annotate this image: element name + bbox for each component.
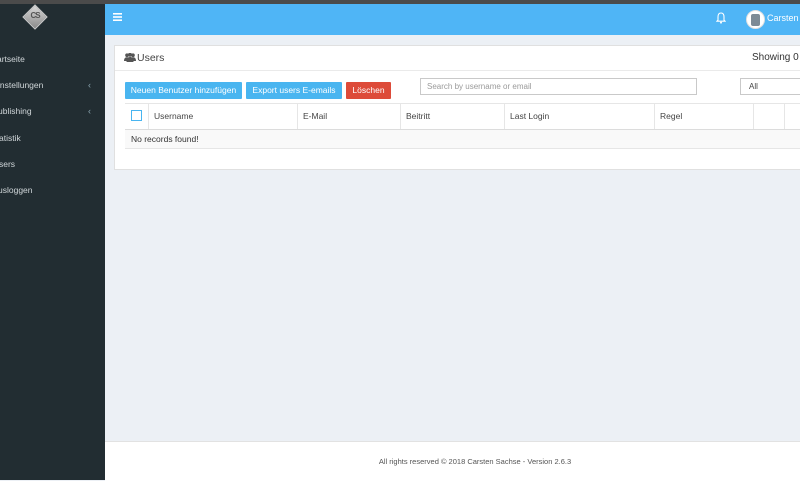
bell-icon[interactable]: [715, 12, 727, 26]
avatar[interactable]: [746, 10, 765, 29]
sidebar-item-label: atistik: [0, 133, 21, 143]
table-row: No records found!: [125, 130, 800, 149]
export-emails-button[interactable]: Export users E-emails: [246, 82, 342, 99]
sidebar-item-label: instellungen: [0, 80, 44, 90]
add-user-button[interactable]: Neuen Benutzer hinzufügen: [125, 82, 242, 99]
sidebar-item-users[interactable]: sers: [0, 151, 105, 177]
sidebar-item-einstellungen[interactable]: instellungen ‹: [0, 72, 105, 98]
sidebar-item-publishing[interactable]: ublishing ‹: [0, 98, 105, 124]
sidebar-item-label: artseite: [0, 54, 25, 64]
select-all-cell: [125, 104, 148, 129]
sidebar-item-label: usloggen: [0, 185, 33, 195]
user-name[interactable]: Carsten S: [767, 13, 800, 23]
footer: All rights reserved © 2018 Carsten Sachs…: [105, 441, 800, 481]
column-header-regel[interactable]: Regel: [654, 104, 753, 129]
logo-text: CS: [30, 11, 40, 20]
showing-count: Showing 0: [752, 52, 799, 63]
select-all-checkbox[interactable]: [131, 110, 142, 121]
column-header-last-login[interactable]: Last Login: [504, 104, 654, 129]
column-header-blank-1: [753, 104, 784, 129]
logo[interactable]: CS: [0, 4, 105, 35]
sidebar-item-label: ublishing: [0, 106, 32, 116]
top-navbar: Carsten S: [105, 4, 800, 35]
chevron-left-icon: ‹: [88, 106, 91, 116]
panel-header: Users Showing 0: [115, 46, 800, 71]
sidebar-item-statistik[interactable]: atistik: [0, 125, 105, 151]
delete-button[interactable]: Löschen: [346, 82, 391, 99]
column-header-email[interactable]: E-Mail: [297, 104, 400, 129]
footer-text: All rights reserved © 2018 Carsten Sachs…: [378, 457, 572, 466]
column-header-username[interactable]: Username: [148, 104, 297, 129]
sidebar-item-startseite[interactable]: artseite: [0, 46, 105, 72]
users-panel: Users Showing 0 Neuen Benutzer hinzufüge…: [114, 45, 800, 170]
column-header-beitritt[interactable]: Beitritt: [400, 104, 504, 129]
empty-message: No records found!: [131, 134, 199, 144]
table-header: Username E-Mail Beitritt Last Login Rege…: [125, 103, 800, 131]
page-title: Users: [137, 52, 165, 64]
sidebar-item-ausloggen[interactable]: usloggen: [0, 177, 105, 203]
filter-select[interactable]: All: [740, 78, 800, 95]
search-input[interactable]: [420, 78, 697, 95]
users-icon: [124, 52, 136, 64]
column-header-blank-2: [784, 104, 800, 129]
hamburger-icon[interactable]: [113, 13, 122, 24]
sidebar: CS artseite instellungen ‹ ublishing ‹ a…: [0, 4, 105, 480]
sidebar-item-label: sers: [0, 159, 16, 169]
chevron-left-icon: ‹: [88, 80, 91, 90]
